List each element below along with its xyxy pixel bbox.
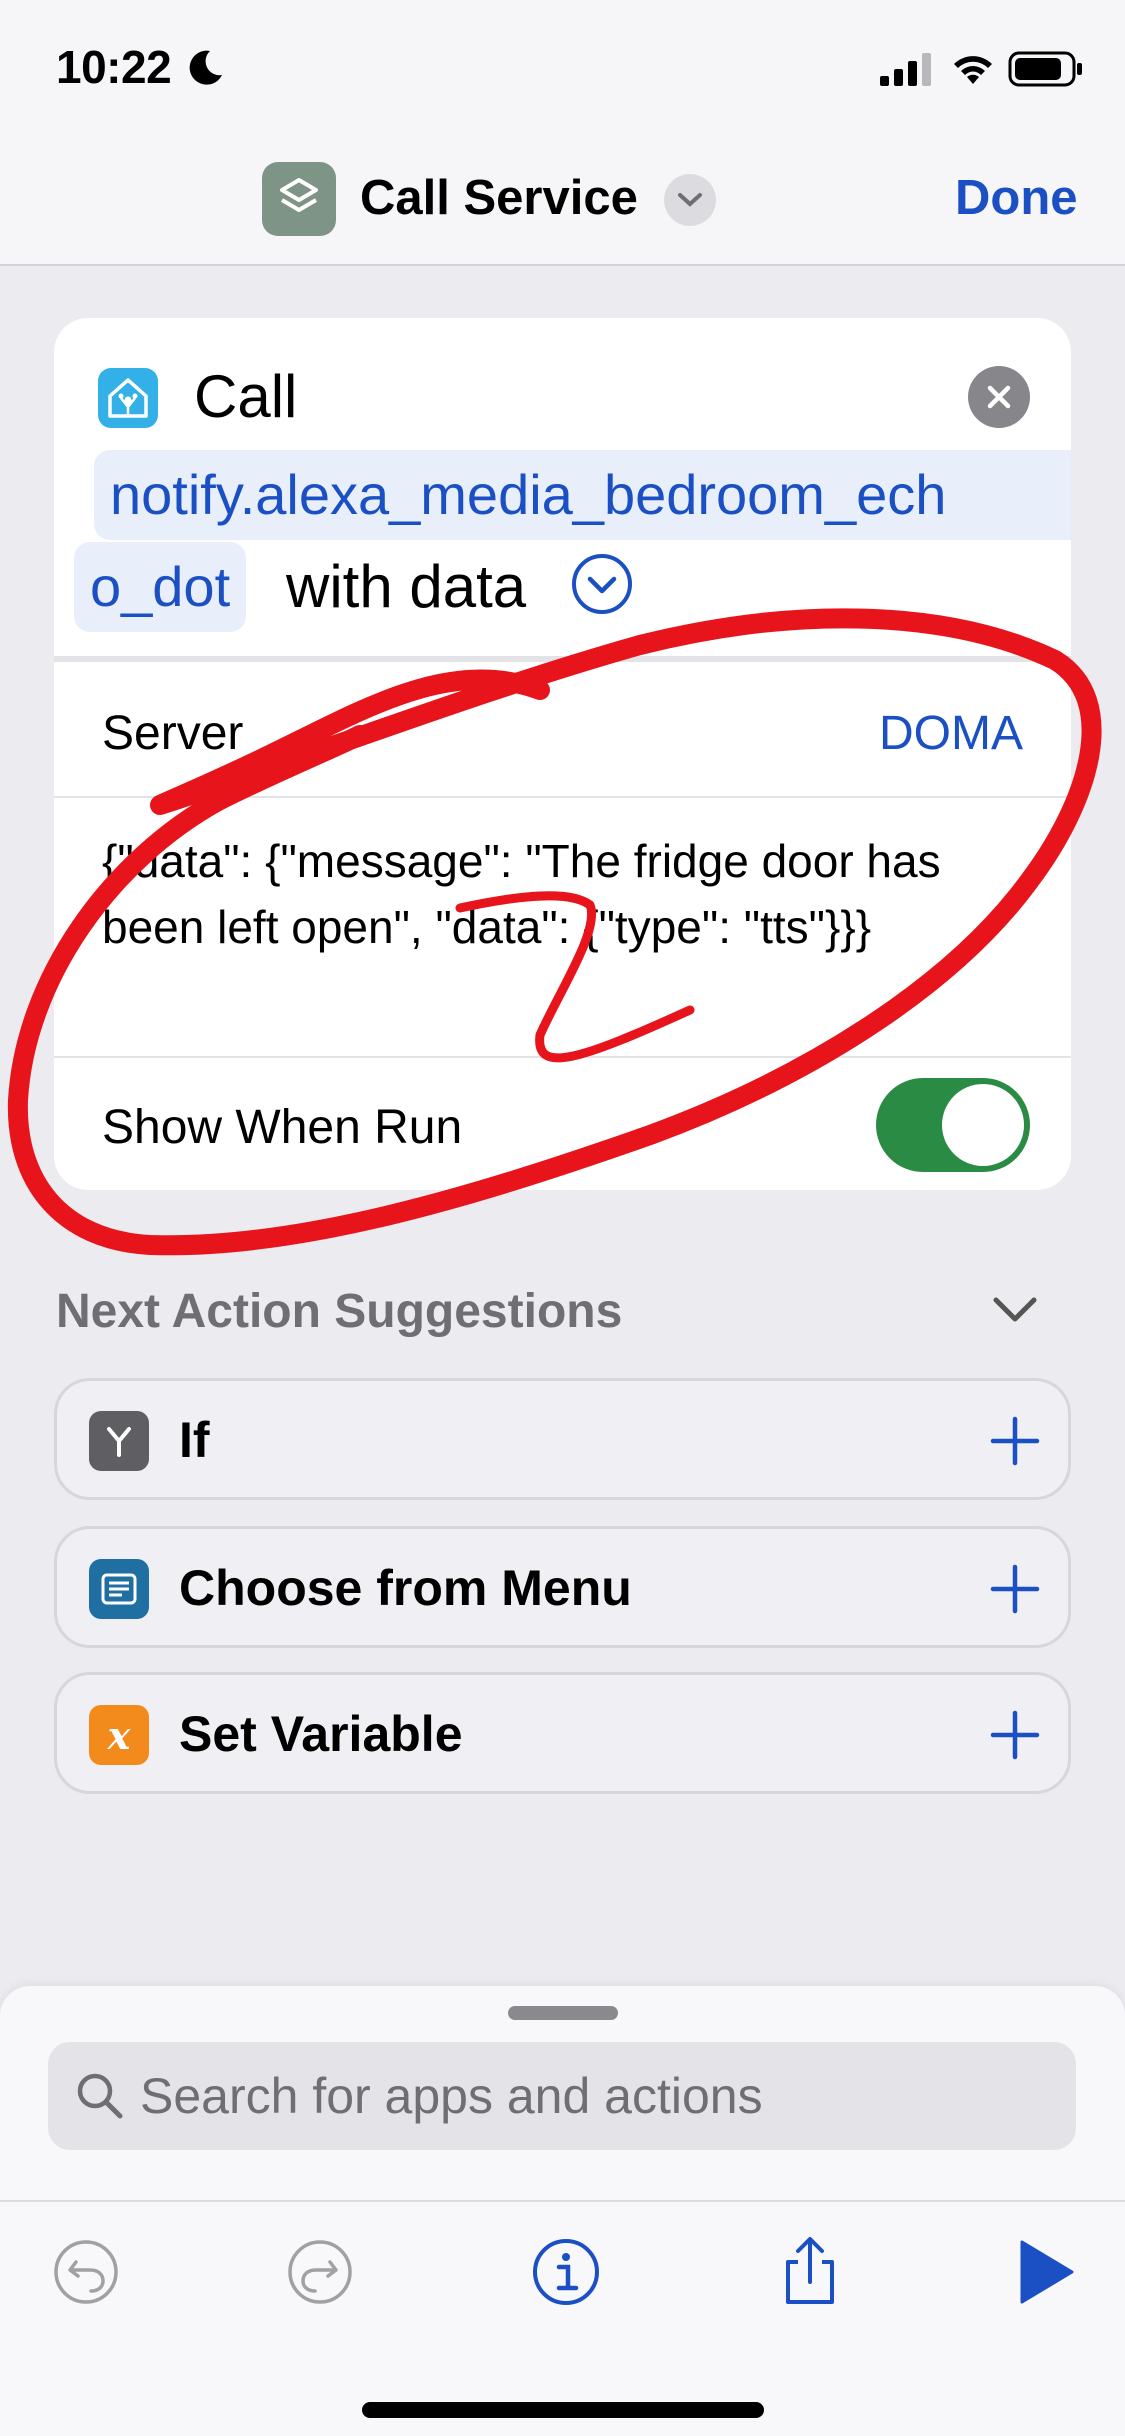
- suggestions-header: Next Action Suggestions: [56, 1285, 623, 1338]
- battery-icon: [1008, 51, 1082, 87]
- menu-icon: [89, 1559, 149, 1619]
- action-card: Call notify.alexa_media_bedroom_ech o_do…: [54, 318, 1071, 1190]
- service-token-continued[interactable]: o_dot: [74, 542, 247, 632]
- home-assistant-icon: [98, 368, 158, 428]
- info-icon[interactable]: [526, 2232, 606, 2312]
- status-time: 10:22: [56, 41, 172, 93]
- page-title[interactable]: Call Service: [360, 170, 638, 226]
- show-when-run-label: Show When Run: [102, 1101, 463, 1154]
- suggestion-if[interactable]: If: [54, 1378, 1071, 1500]
- wifi-icon: [954, 56, 992, 84]
- toggle-knob: [942, 1084, 1024, 1166]
- done-button[interactable]: Done: [955, 170, 1078, 226]
- search-bar[interactable]: [48, 2042, 1076, 2150]
- home-indicator[interactable]: [362, 2402, 764, 2418]
- show-when-run-toggle[interactable]: [876, 1078, 1030, 1172]
- navigation-bar: 10:22 Call Service Done: [0, 0, 1125, 266]
- share-icon[interactable]: [770, 2232, 850, 2312]
- suggestion-label: Set Variable: [179, 1706, 463, 1762]
- show-when-run-row: Show When Run: [54, 1056, 1071, 1190]
- add-icon[interactable]: [987, 1561, 1043, 1617]
- add-icon[interactable]: [987, 1413, 1043, 1469]
- server-value[interactable]: DOMA: [879, 706, 1023, 761]
- variable-icon: x: [89, 1705, 149, 1765]
- close-icon[interactable]: [968, 366, 1030, 428]
- service-token[interactable]: notify.alexa_media_bedroom_ech: [94, 450, 1071, 540]
- with-data-label: with data: [286, 553, 527, 620]
- service-data-field[interactable]: {"data": {"message": "The fridge door ha…: [102, 828, 1032, 960]
- chevron-down-icon[interactable]: [990, 1292, 1040, 1328]
- sheet-grabber[interactable]: [508, 2006, 618, 2020]
- server-row[interactable]: Server DOMA: [54, 662, 1071, 798]
- search-icon: [77, 2073, 123, 2119]
- editor-toolbar: [0, 2200, 1125, 2436]
- expand-chevron-icon[interactable]: [570, 552, 634, 616]
- server-label: Server: [102, 707, 244, 760]
- actions-sheet: [0, 1986, 1125, 2436]
- search-input[interactable]: [140, 2064, 1040, 2128]
- undo-icon[interactable]: [46, 2232, 126, 2312]
- shortcuts-icon[interactable]: [262, 162, 336, 236]
- call-label: Call: [194, 363, 298, 430]
- suggestion-choose-from-menu[interactable]: Choose from Menu: [54, 1526, 1071, 1648]
- chevron-down-icon[interactable]: [664, 174, 716, 226]
- play-icon[interactable]: [1006, 2232, 1086, 2312]
- moon-icon: [189, 50, 222, 85]
- cellular-signal-icon: [880, 53, 931, 86]
- redo-icon[interactable]: [280, 2232, 360, 2312]
- suggestion-label: Choose from Menu: [179, 1560, 632, 1616]
- add-icon[interactable]: [987, 1707, 1043, 1763]
- suggestion-set-variable[interactable]: x Set Variable: [54, 1672, 1071, 1794]
- branch-icon: [89, 1411, 149, 1471]
- suggestion-label: If: [179, 1412, 210, 1468]
